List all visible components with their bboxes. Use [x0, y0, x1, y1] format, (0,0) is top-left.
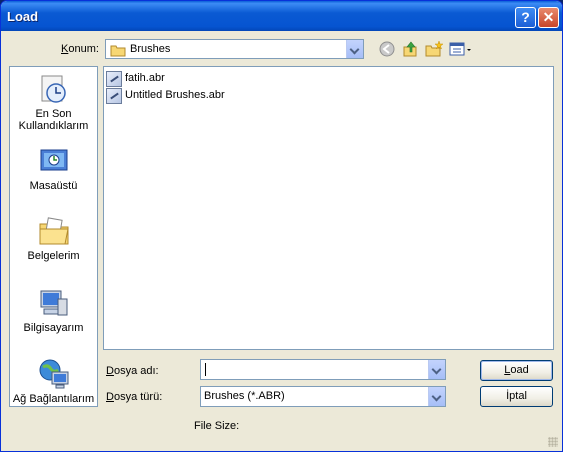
cancel-button[interactable]: İptal [480, 386, 553, 407]
brush-file-icon [106, 88, 122, 104]
place-recent[interactable]: En Son Kullandıklarım [10, 73, 97, 132]
desktop-icon [40, 149, 67, 171]
filetype-label: Dosya türü: [106, 391, 163, 403]
place-desktop-label: Masaüstü [29, 180, 78, 192]
file-name: fatih.abr [125, 72, 165, 84]
my-computer-icon [40, 290, 67, 316]
place-computer-label: Bilgisayarım [23, 322, 84, 334]
window-title: Load [7, 9, 39, 24]
location-combo[interactable]: Brushes [105, 39, 364, 59]
my-documents-icon [39, 217, 69, 245]
place-desktop[interactable]: Masaüstü [10, 145, 97, 192]
close-button[interactable]: ✕ [538, 7, 559, 28]
places-bar: En Son Kullandıklarım Masaüstü Belgeleri… [9, 66, 98, 407]
place-computer[interactable]: Bilgisayarım [10, 287, 97, 334]
place-network[interactable]: Ağ Bağlantılarım [10, 358, 97, 405]
load-dialog: Load ? ✕ Konum: Brushes En Son Kullandık… [0, 0, 563, 452]
back-icon[interactable] [378, 40, 396, 58]
folder-icon [110, 45, 126, 57]
brush-file-icon [106, 71, 122, 87]
filetype-value: Brushes (*.ABR) [204, 390, 285, 402]
help-button[interactable]: ? [515, 7, 536, 28]
filename-input[interactable] [200, 359, 446, 380]
filename-dropdown-button[interactable] [428, 360, 445, 379]
file-name: Untitled Brushes.abr [125, 89, 225, 101]
filetype-dropdown-button[interactable] [428, 387, 445, 406]
recent-documents-icon [41, 75, 66, 103]
place-network-label: Ağ Bağlantılarım [12, 393, 95, 405]
location-value: Brushes [130, 43, 171, 55]
place-documents[interactable]: Belgelerim [10, 215, 97, 262]
file-size-label: File Size: [194, 420, 240, 432]
file-list[interactable]: fatih.abr Untitled Brushes.abr [103, 66, 554, 350]
up-folder-icon[interactable] [402, 40, 420, 58]
network-places-icon [39, 359, 68, 389]
text-caret [205, 363, 206, 376]
filename-label: Dosya adı: [106, 365, 159, 377]
place-documents-label: Belgelerim [27, 250, 80, 262]
location-label: Konum: [61, 43, 99, 55]
resize-grip[interactable] [548, 437, 558, 447]
view-menu-icon[interactable] [449, 40, 473, 58]
location-dropdown-button[interactable] [346, 40, 363, 58]
load-button[interactable]: Load [480, 360, 553, 381]
new-folder-icon[interactable] [425, 40, 443, 58]
place-recent-label: En Son Kullandıklarım [18, 108, 89, 132]
title-bar[interactable]: Load ? ✕ [1, 1, 562, 31]
filetype-select[interactable]: Brushes (*.ABR) [200, 386, 446, 407]
